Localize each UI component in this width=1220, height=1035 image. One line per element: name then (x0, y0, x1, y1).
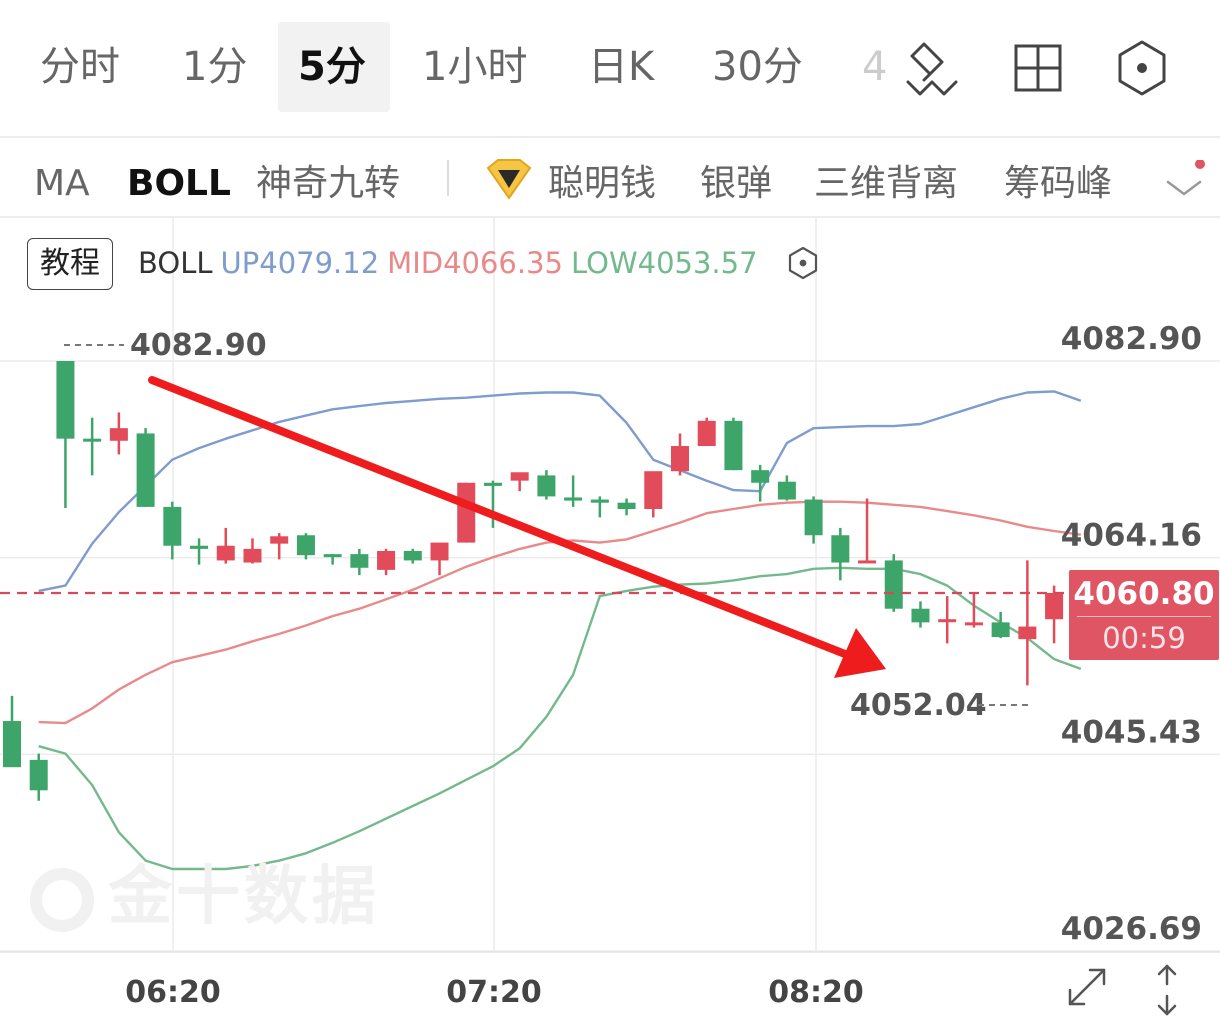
x-tick-label: 07:20 (446, 975, 542, 1010)
tab-time-sharing[interactable]: 分时 (20, 22, 140, 112)
indicator-3d-divergence[interactable]: 三维背离 (814, 140, 958, 218)
current-price-tag: 4060.80 00:59 (1069, 570, 1219, 660)
candle-body (296, 535, 315, 556)
candle-body (3, 721, 21, 768)
high-marker-label: 4082.90 (130, 328, 267, 363)
candle-body (403, 550, 422, 561)
x-tick-label: 08:20 (768, 975, 864, 1010)
indicator-magic-nine[interactable]: 神奇九转 (256, 140, 400, 218)
legend-settings-icon[interactable] (786, 246, 820, 280)
y-tick-label: 4064.16 (1061, 518, 1202, 554)
tab-30min[interactable]: 30分 (692, 22, 823, 112)
tab-partial[interactable]: 4 (842, 22, 892, 112)
candle-body (911, 608, 930, 623)
candle-body (617, 502, 636, 509)
current-price: 4060.80 (1073, 576, 1215, 612)
candle-body (377, 550, 396, 570)
candle-body (858, 560, 877, 564)
candle-body (109, 428, 128, 441)
candle-countdown: 00:59 (1102, 621, 1186, 655)
candle-body (1018, 626, 1037, 640)
indicator-ma[interactable]: MA (34, 140, 90, 218)
candle-body (644, 471, 663, 509)
candle-body (831, 535, 850, 563)
candle-body (29, 759, 48, 791)
candle-body (671, 446, 689, 472)
y-tick-label: 4026.69 (1061, 911, 1202, 947)
candle-body (1045, 592, 1064, 620)
candle-body (724, 420, 743, 471)
low-marker-label: 4052.04 (850, 688, 987, 723)
tutorial-button[interactable]: 教程 (27, 238, 113, 290)
tab-daily-k[interactable]: 日K (568, 22, 674, 112)
indicator-boll[interactable]: BOLL (127, 140, 231, 218)
candle-body (243, 548, 262, 563)
candle-body (136, 433, 155, 507)
candle-body (884, 560, 903, 609)
candle-body (163, 506, 182, 546)
candle-body (216, 545, 235, 561)
candle-body (483, 482, 502, 486)
watermark-logo-icon (30, 868, 94, 933)
candle-body (350, 554, 369, 568)
trend-arrow-shaft (148, 376, 854, 660)
draw-tool-icon[interactable] (902, 38, 962, 98)
expand-indicators-chevron-icon[interactable] (1162, 159, 1208, 200)
candle-body (430, 542, 449, 561)
indicator-smart-money[interactable]: 聪明钱 (548, 140, 656, 218)
vertical-scale-icon[interactable] (1150, 962, 1184, 1018)
candle-body (457, 482, 476, 543)
boll-upper-line (38, 390, 1082, 593)
diamond-icon (484, 158, 534, 202)
candle-body (323, 554, 342, 558)
watermark: 金十数据 (30, 845, 380, 937)
divider (0, 136, 1220, 138)
candle-body (56, 361, 75, 439)
candle-body (537, 475, 556, 497)
candle-body (83, 438, 102, 442)
indicator-chip-peak[interactable]: 筹码峰 (1004, 140, 1112, 218)
candle-body (590, 499, 609, 503)
y-tick-label: 4045.43 (1061, 714, 1202, 750)
candle-body (777, 481, 796, 500)
settings-hexagon-icon[interactable] (1112, 38, 1172, 98)
boll-legend: BOLL UP4079.12 MID4066.35 LOW4053.57 (138, 238, 766, 288)
candle-body (697, 420, 716, 447)
tab-1hour[interactable]: 1小时 (402, 22, 547, 112)
tab-5min[interactable]: 5分 (278, 22, 390, 112)
candle-body (270, 536, 289, 544)
candle-body (991, 622, 1010, 638)
candle-body (964, 622, 983, 626)
candle-body (938, 619, 957, 623)
candle-body (751, 470, 770, 483)
fullscreen-expand-icon[interactable] (1062, 962, 1112, 1012)
indicator-bar: MA BOLL 神奇九转 聪明钱 银弹 三维背离 筹码峰 (0, 140, 1220, 218)
y-tick-label: 4082.90 (1061, 321, 1202, 357)
candle-body (190, 545, 209, 549)
legend-low: LOW4053.57 (571, 246, 758, 280)
legend-name: BOLL (138, 246, 213, 280)
indicator-divider (447, 160, 449, 196)
candle-body (564, 497, 583, 501)
period-toolbar: 分时 1分 5分 1小时 日K 30分 4 (0, 0, 1220, 136)
legend-mid: MID4066.35 (387, 246, 563, 280)
candle-body (510, 472, 529, 481)
indicator-silver-bullet[interactable]: 银弹 (700, 140, 772, 218)
tab-1min[interactable]: 1分 (162, 22, 267, 112)
x-tick-label: 06:20 (125, 975, 221, 1010)
grid-layout-icon[interactable] (1008, 38, 1068, 98)
candle-body (804, 499, 823, 536)
legend-up: UP4079.12 (220, 246, 380, 280)
